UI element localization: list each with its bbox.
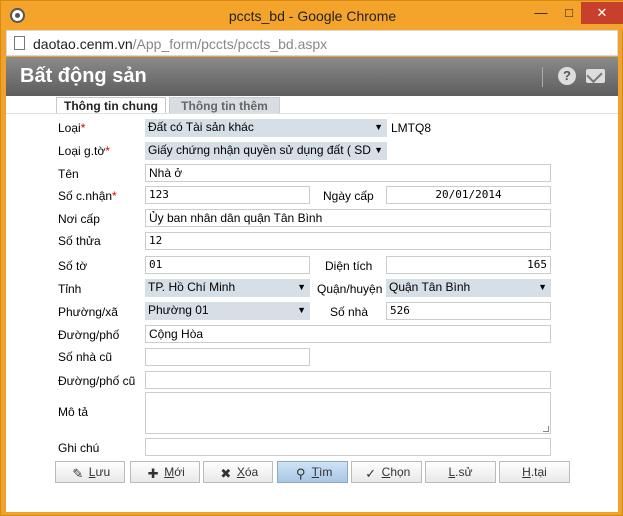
loai-label-text: Loại [58, 121, 81, 135]
edit-icon: ✎ [72, 466, 84, 481]
page-icon [14, 36, 25, 50]
quan-huyen-label: Quận/huyện [317, 282, 383, 296]
address-bar[interactable]: daotao.cenm.vn/App_form/pccts/pccts_bd.a… [6, 30, 618, 56]
dropdown-arrow-icon: ▼ [297, 282, 306, 292]
current-button[interactable]: H.tại [499, 461, 570, 483]
loai-select[interactable]: Đất có Tài sản khác ▼ [145, 119, 387, 137]
required-mark: * [105, 144, 110, 158]
choose-button-key: C [381, 465, 391, 479]
ghi-chu-input[interactable] [145, 438, 551, 456]
dropdown-arrow-icon: ▼ [297, 305, 306, 315]
new-file-icon: ✚ [147, 466, 159, 481]
duong-pho-input[interactable]: Cộng Hòa [145, 325, 551, 343]
select-icon: ✓ [365, 466, 377, 481]
header-divider [542, 67, 543, 87]
help-icon[interactable]: ? [558, 67, 576, 85]
save-button-label: ưu [95, 465, 111, 479]
required-mark: * [112, 189, 117, 203]
so-thua-label: Số thửa [58, 234, 101, 248]
resize-handle-icon[interactable] [543, 426, 549, 432]
loai-gto-select[interactable]: Giấy chứng nhận quyền sử dụng đất ( SD ▼ [145, 142, 387, 160]
url-path: /App_form/pccts/pccts_bd.aspx [132, 36, 328, 52]
so-cnhan-input[interactable]: 123 [145, 186, 310, 204]
loai-gto-label-text: Loại g.tờ [58, 144, 106, 158]
choose-button[interactable]: ✓ Chọn [351, 461, 422, 483]
so-cnhan-label: Số c.nhận* [58, 189, 117, 203]
tinh-label: Tỉnh [58, 282, 82, 296]
current-button-key: H [522, 465, 531, 479]
dropdown-arrow-icon: ▼ [538, 282, 547, 292]
history-button[interactable]: L.sử [425, 461, 496, 483]
phuong-xa-value: Phường 01 [148, 303, 209, 317]
loai-label: Loại* [58, 121, 85, 135]
phuong-xa-select[interactable]: Phường 01 ▼ [145, 302, 310, 320]
ngay-cap-input[interactable]: 20/01/2014 [386, 186, 551, 204]
delete-button-key: X [236, 465, 245, 479]
dropdown-arrow-icon: ▼ [374, 122, 383, 132]
mo-ta-label: Mô tả [58, 405, 89, 419]
dien-tich-label: Diện tích [325, 259, 373, 273]
close-button[interactable]: ✕ [581, 2, 623, 24]
search-button-key: T [311, 465, 319, 479]
tab-divider [6, 113, 618, 114]
dropdown-arrow-icon: ▼ [374, 145, 383, 155]
so-cnhan-label-text: Số c.nhận [58, 189, 113, 203]
page-content: Bất động sản ? Thông tin chung Thông tin… [6, 57, 618, 512]
delete-button-label: óa [244, 465, 259, 479]
loai-gto-label: Loại g.tờ* [58, 144, 110, 158]
duong-pho-label: Đường/phố [58, 328, 120, 342]
tinh-value: TP. Hồ Chí Minh [148, 280, 236, 294]
dien-tich-input[interactable]: 165 [386, 256, 551, 274]
so-nha-cu-label: Số nhà cũ [58, 350, 113, 364]
search-button[interactable]: ⚲ Tìm [277, 461, 348, 483]
so-nha-label: Số nhà [330, 305, 369, 319]
loai-value: Đất có Tài sản khác [148, 120, 254, 134]
loai-code: LMTQ8 [391, 121, 432, 135]
title-bar: pccts_bd - Google Chrome — □ ✕ [1, 1, 623, 30]
quan-huyen-value: Quận Tân Bình [389, 280, 471, 294]
browser-window: pccts_bd - Google Chrome — □ ✕ daotao.ce… [0, 0, 623, 516]
current-button-label: .tại [530, 465, 547, 479]
tab-more-info[interactable]: Thông tin thêm [169, 97, 280, 114]
mail-icon[interactable] [586, 69, 605, 83]
so-nha-cu-input[interactable] [145, 348, 310, 366]
so-to-label: Số tờ [58, 259, 88, 273]
save-button[interactable]: ✎ Lưu [55, 461, 125, 483]
so-nha-input[interactable]: 526 [386, 302, 551, 320]
url-text[interactable]: daotao.cenm.vn/App_form/pccts/pccts_bd.a… [33, 36, 327, 52]
choose-button-label: họn [390, 465, 411, 479]
url-host: daotao.cenm.vn [33, 36, 133, 52]
delete-button[interactable]: ✖ Xóa [203, 461, 273, 483]
ghi-chu-label: Ghi chú [58, 441, 100, 455]
so-to-input[interactable]: 01 [145, 256, 310, 274]
ngay-cap-label: Ngày cấp [323, 189, 374, 203]
search-icon: ⚲ [295, 466, 306, 481]
required-mark: * [80, 121, 86, 135]
new-button[interactable]: ✚ Mới [130, 461, 200, 483]
ten-label: Tên [58, 167, 79, 181]
page-header: Bất động sản ? [6, 57, 618, 96]
quan-huyen-select[interactable]: Quận Tân Bình ▼ [386, 279, 551, 297]
so-thua-input[interactable]: 12 [145, 232, 551, 250]
duong-pho-cu-input[interactable] [145, 371, 551, 389]
new-button-key: M [164, 465, 175, 479]
delete-file-icon: ✖ [220, 466, 232, 481]
mo-ta-textarea[interactable] [145, 392, 551, 434]
new-button-label: ới [174, 465, 185, 479]
minimize-button[interactable]: — [528, 2, 554, 24]
tinh-select[interactable]: TP. Hồ Chí Minh ▼ [145, 279, 310, 297]
phuong-xa-label: Phường/xã [58, 305, 118, 319]
page-title: Bất động sản [20, 65, 147, 87]
noi-cap-input[interactable]: Ủy ban nhân dân quận Tân Bình [145, 209, 551, 227]
noi-cap-label: Nơi cấp [58, 212, 100, 226]
history-button-label: .sử [455, 465, 473, 479]
loai-gto-value: Giấy chứng nhận quyền sử dụng đất ( SD [148, 143, 371, 157]
tab-general-info[interactable]: Thông tin chung [56, 97, 166, 114]
duong-pho-cu-label: Đường/phố cũ [58, 374, 136, 388]
search-button-label: ìm [319, 465, 333, 479]
maximize-button[interactable]: □ [556, 2, 582, 24]
ten-input[interactable]: Nhà ở [145, 164, 551, 182]
